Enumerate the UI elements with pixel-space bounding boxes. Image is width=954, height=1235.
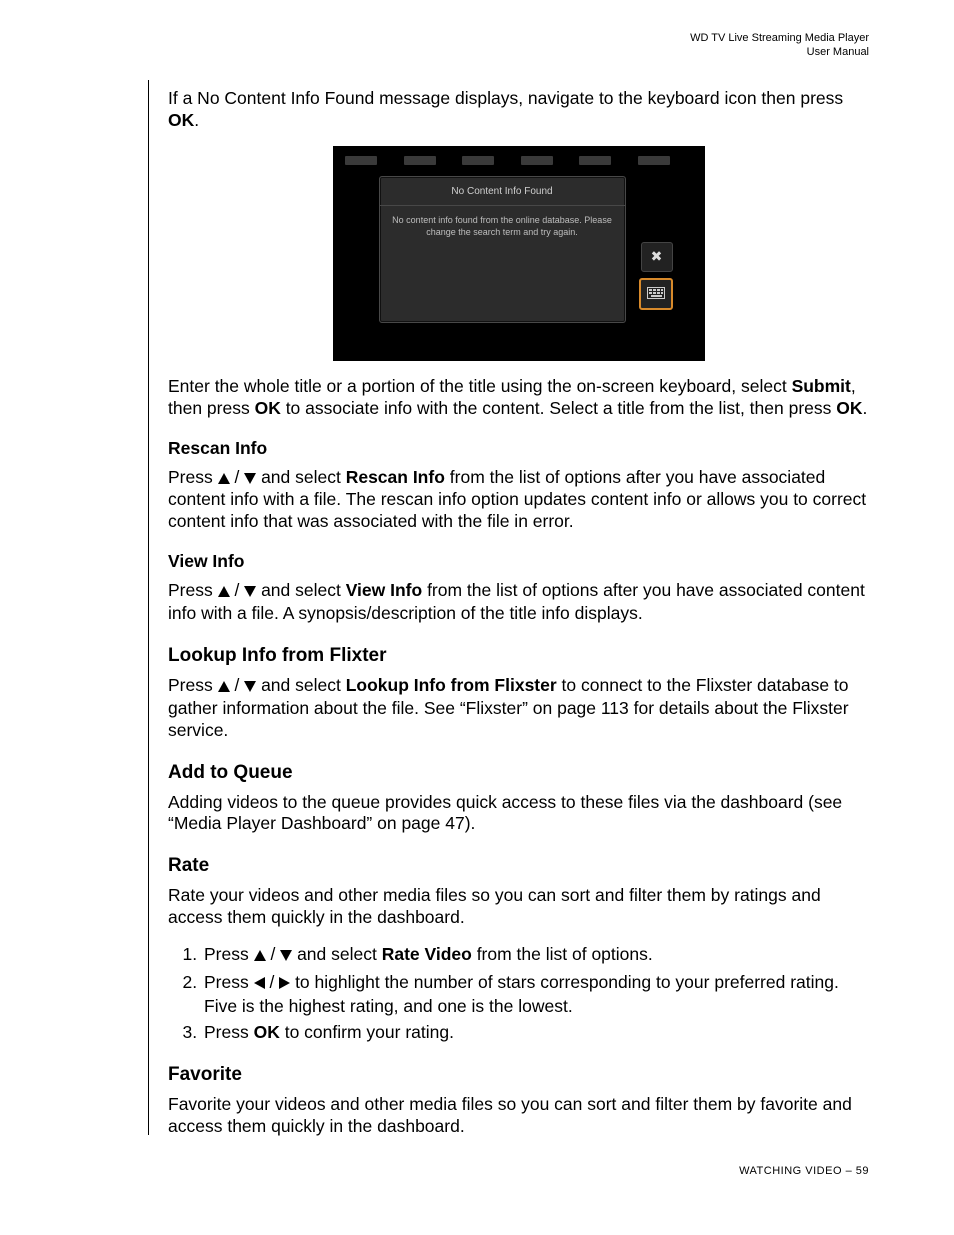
thumb-placeholder: [345, 156, 377, 165]
thumb-placeholder: [638, 156, 670, 165]
text: and select: [256, 580, 346, 600]
view-info-heading: View Info: [168, 551, 869, 572]
rate-steps: Press / and select Rate Video from the l…: [168, 943, 869, 1044]
text: Enter the whole title or a portion of th…: [168, 376, 792, 396]
rescan-info-heading: Rescan Info: [168, 438, 869, 459]
text: Press: [168, 467, 218, 487]
text: and select: [256, 467, 346, 487]
keyboard-button[interactable]: [639, 278, 673, 310]
text: If a No Content Info Found message displ…: [168, 88, 843, 108]
ok-label: OK: [836, 398, 862, 418]
page-footer: WATCHING VIDEO – 59: [739, 1165, 869, 1177]
header-line2: User Manual: [690, 46, 869, 60]
text: Press: [204, 944, 254, 964]
up-arrow-icon: [254, 944, 266, 967]
intro-paragraph: If a No Content Info Found message displ…: [168, 88, 869, 132]
ok-label: OK: [168, 110, 194, 130]
close-button[interactable]: ✖: [641, 242, 673, 272]
screenshot-topstrip: [343, 152, 695, 166]
page-content: If a No Content Info Found message displ…: [168, 80, 869, 1152]
text: to associate info with the content. Sele…: [281, 398, 836, 418]
right-arrow-icon: [279, 972, 290, 995]
left-margin-rule: [148, 80, 149, 1135]
up-arrow-icon: [218, 468, 230, 490]
view-info-label: View Info: [346, 580, 423, 600]
rate-step-2: Press / to highlight the number of stars…: [202, 971, 869, 1018]
text: .: [194, 110, 199, 130]
left-arrow-icon: [254, 972, 265, 995]
text: and select: [292, 944, 382, 964]
thumb-placeholder: [404, 156, 436, 165]
submit-label: Submit: [792, 376, 851, 396]
close-icon: ✖: [651, 248, 663, 264]
thumb-placeholder: [521, 156, 553, 165]
favorite-heading: Favorite: [168, 1064, 869, 1086]
add-to-queue-heading: Add to Queue: [168, 762, 869, 784]
text: .: [863, 398, 868, 418]
page-header: WD TV Live Streaming Media Player User M…: [690, 32, 869, 60]
down-arrow-icon: [244, 581, 256, 603]
page-number: 59: [856, 1165, 869, 1177]
down-arrow-icon: [244, 676, 256, 698]
rate-heading: Rate: [168, 855, 869, 877]
rate-paragraph: Rate your videos and other media files s…: [168, 885, 869, 929]
ok-label: OK: [254, 1022, 280, 1042]
text: Press: [204, 1022, 254, 1042]
text: and select: [256, 675, 346, 695]
up-arrow-icon: [218, 581, 230, 603]
down-arrow-icon: [244, 468, 256, 490]
dialog-box: No Content Info Found No content info fo…: [379, 176, 626, 323]
up-arrow-icon: [218, 676, 230, 698]
header-line1: WD TV Live Streaming Media Player: [690, 32, 869, 46]
footer-separator: –: [842, 1165, 856, 1177]
rate-step-1: Press / and select Rate Video from the l…: [202, 943, 869, 967]
keyboard-icon: [647, 287, 665, 299]
favorite-paragraph: Favorite your videos and other media fil…: [168, 1094, 869, 1138]
text: to confirm your rating.: [280, 1022, 454, 1042]
text: Press: [204, 972, 254, 992]
down-arrow-icon: [280, 944, 292, 967]
lookup-flixster-label: Lookup Info from Flixster: [346, 675, 557, 695]
text: Press: [168, 580, 218, 600]
dialog-title: No Content Info Found: [380, 177, 625, 206]
thumb-placeholder: [579, 156, 611, 165]
dialog-body: No content info found from the online da…: [380, 206, 625, 246]
thumb-placeholder: [462, 156, 494, 165]
rescan-info-paragraph: Press / and select Rescan Info from the …: [168, 467, 869, 534]
rate-video-label: Rate Video: [382, 944, 472, 964]
lookup-flixter-heading: Lookup Info from Flixter: [168, 645, 869, 667]
device-screenshot: No Content Info Found No content info fo…: [333, 146, 705, 361]
footer-section-label: WATCHING VIDEO: [739, 1165, 842, 1177]
screenshot-figure: No Content Info Found No content info fo…: [168, 146, 869, 366]
rescan-info-label: Rescan Info: [346, 467, 445, 487]
text: to highlight the number of stars corresp…: [204, 972, 839, 1016]
lookup-flixter-paragraph: Press / and select Lookup Info from Flix…: [168, 675, 869, 742]
after-screenshot-paragraph: Enter the whole title or a portion of th…: [168, 376, 869, 420]
add-to-queue-paragraph: Adding videos to the queue provides quic…: [168, 792, 869, 836]
text: Press: [168, 675, 218, 695]
ok-label: OK: [255, 398, 281, 418]
text: from the list of options.: [472, 944, 653, 964]
rate-step-3: Press OK to confirm your rating.: [202, 1021, 869, 1044]
view-info-paragraph: Press / and select View Info from the li…: [168, 580, 869, 625]
